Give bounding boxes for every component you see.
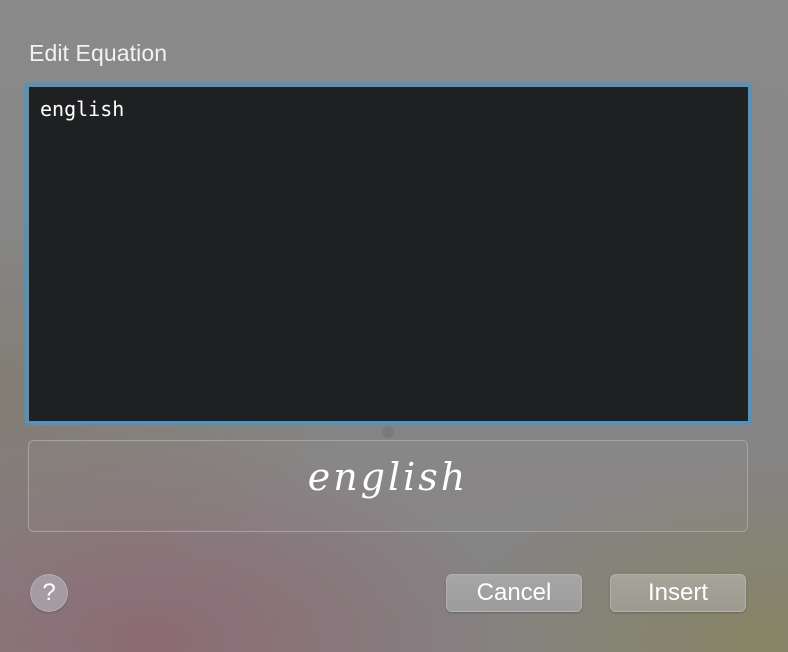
cancel-button[interactable]: Cancel: [446, 574, 582, 612]
equation-preview: english: [28, 440, 748, 532]
help-button[interactable]: ?: [30, 574, 68, 612]
resize-handle[interactable]: [382, 426, 394, 438]
dialog-title: Edit Equation: [29, 40, 168, 66]
equation-editor-textarea[interactable]: english: [25, 83, 752, 425]
insert-button[interactable]: Insert: [610, 574, 746, 612]
equation-preview-text: english: [307, 455, 469, 499]
equation-source-text[interactable]: english: [40, 97, 124, 121]
